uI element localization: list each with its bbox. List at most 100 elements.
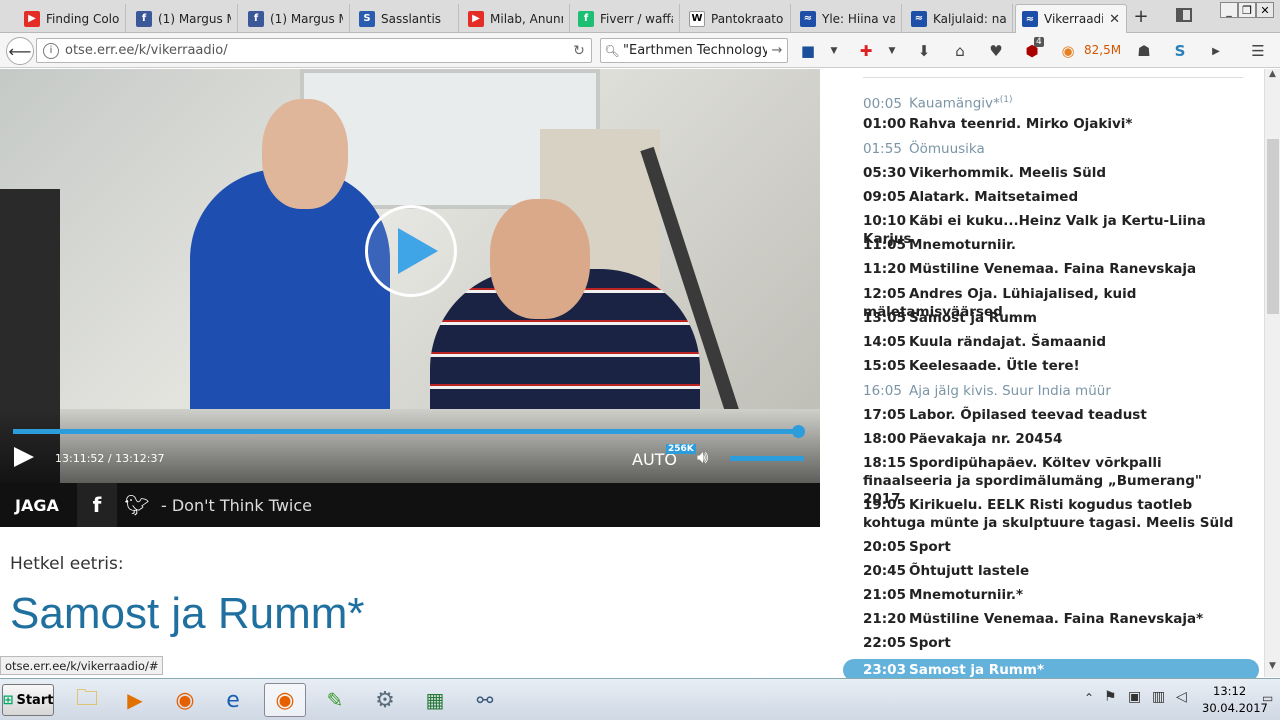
- tab-10[interactable]: ≈ Vikerraadio ✕: [1015, 4, 1127, 33]
- memory-icon[interactable]: ◉: [1058, 41, 1078, 61]
- dropdown-icon[interactable]: ▼: [824, 41, 844, 61]
- back-button[interactable]: ⟵: [6, 37, 34, 65]
- schedule-item[interactable]: 18:00 Päevakaja nr. 20454: [863, 430, 1243, 448]
- search-go-icon[interactable]: →: [767, 43, 787, 58]
- facebook-share-button[interactable]: f: [77, 483, 117, 527]
- schedule-item[interactable]: 09:05 Alatark. Maitsetaimed: [863, 188, 1243, 206]
- scroll-thumb[interactable]: [1267, 139, 1279, 314]
- tab-4[interactable]: S Sasslantis: [353, 4, 459, 33]
- notepad-icon[interactable]: ✎: [314, 683, 356, 717]
- skype-icon[interactable]: S: [1170, 41, 1190, 61]
- url-text[interactable]: otse.err.ee/k/vikerraadio/: [65, 43, 567, 58]
- vertical-scrollbar[interactable]: ▲ ▼: [1264, 69, 1280, 677]
- firefox-active-icon[interactable]: ◉: [264, 683, 306, 717]
- ie-icon[interactable]: e: [212, 683, 254, 717]
- schedule-title: Kuula rändajat. Šamaanid: [909, 334, 1107, 350]
- schedule-item[interactable]: 11:20 Müstiline Venemaa. Faina Ranevskaja: [863, 260, 1243, 278]
- file-explorer-icon[interactable]: 🗀: [66, 683, 108, 717]
- minimize-button[interactable]: _: [1220, 2, 1238, 18]
- pocket-icon[interactable]: ♥: [986, 41, 1006, 61]
- new-tab-button[interactable]: +: [1130, 6, 1152, 28]
- reload-icon[interactable]: ↻: [567, 43, 591, 59]
- settings-icon[interactable]: ⚙: [364, 683, 406, 717]
- search-query[interactable]: "Earthmen Technology": [623, 43, 767, 58]
- scroll-up-arrow[interactable]: ▲: [1265, 69, 1280, 85]
- maximize-button[interactable]: ❐: [1238, 2, 1256, 18]
- schedule-item[interactable]: 20:45 Õhtujutt lastele: [863, 562, 1243, 580]
- tab-7[interactable]: W Pantokraator: [683, 4, 791, 33]
- now-playing-title: Samost ja Rumm*: [10, 589, 365, 638]
- scroll-down-arrow[interactable]: ▼: [1265, 661, 1280, 677]
- home-icon[interactable]: ⌂: [950, 41, 970, 61]
- schedule-item[interactable]: 19:05 Kirikuelu. EELK Risti kogudus taotl…: [863, 496, 1243, 532]
- tab-3[interactable]: f (1) Margus M: [242, 4, 350, 33]
- schedule-item[interactable]: 00:05 Kauamängiv*(1): [863, 91, 1243, 113]
- clock-date[interactable]: 30.04.2017: [1202, 701, 1268, 715]
- schedule-time: 13:05: [863, 310, 906, 326]
- dropdown-icon-2[interactable]: ▼: [882, 41, 902, 61]
- tab-8[interactable]: ≈ Yle: Hiina val: [794, 4, 902, 33]
- schedule-item[interactable]: 14:05 Kuula rändajat. Šamaanid: [863, 333, 1243, 351]
- sidebar-toggle-icon[interactable]: [1176, 8, 1192, 22]
- schedule-item[interactable]: 17:05 Labor. Õpilased teevad teadust: [863, 406, 1243, 424]
- schedule-item[interactable]: 20:05 Sport: [863, 538, 1243, 556]
- play-button[interactable]: [14, 447, 34, 467]
- volume-icon[interactable]: 🔊︎: [697, 447, 723, 469]
- network-icon[interactable]: ▥: [1152, 689, 1165, 705]
- schedule-item[interactable]: 01:55 Öömuusika: [863, 140, 1243, 158]
- url-bar[interactable]: i otse.err.ee/k/vikerraadio/ ↻: [36, 38, 592, 63]
- tab-title: Finding Colo: [46, 11, 119, 26]
- network-manager-icon[interactable]: ▦: [414, 683, 456, 717]
- schedule-item[interactable]: 22:05 Sport: [863, 634, 1243, 652]
- tab-bar: ▶ Finding Colo f (1) Margus M f (1) Margus M S…: [0, 0, 1280, 33]
- schedule-time: 10:10: [863, 213, 906, 229]
- youtube-icon[interactable]: ▶: [1206, 41, 1226, 61]
- flag-icon[interactable]: ⚑: [1104, 689, 1117, 705]
- firefox-icon[interactable]: ◉: [164, 683, 206, 717]
- tab-5[interactable]: ▶ Milab, Anunn: [462, 4, 570, 33]
- schedule-item[interactable]: 21:20 Müstiline Venemaa. Faina Ranevskaja…: [863, 610, 1243, 628]
- schedule-item[interactable]: 21:05 Mnemoturniir.*: [863, 586, 1243, 604]
- twitter-share-button[interactable]: 🐦︎: [117, 483, 157, 527]
- schedule-item[interactable]: 15:05 Keelesaade. Ütle tere!: [863, 357, 1243, 375]
- addon-cross-icon[interactable]: ✚: [856, 41, 876, 61]
- info-icon[interactable]: i: [43, 42, 59, 59]
- schedule-item[interactable]: 23:03 Samost ja Rumm*: [843, 659, 1259, 678]
- download-icon[interactable]: ⬇: [914, 41, 934, 61]
- schedule-item[interactable]: 01:00 Rahva teenrid. Mirko Ojakivi*: [863, 115, 1243, 133]
- menu-icon[interactable]: ☰: [1248, 41, 1268, 61]
- status-link: otse.err.ee/k/vikerraadio/#: [0, 656, 164, 675]
- tab-9[interactable]: ≈ Kaljulaid: nai: [905, 4, 1013, 33]
- schedule-item[interactable]: 05:30 Vikerhommik. Meelis Süld: [863, 164, 1243, 182]
- windows-logo-icon: ⊞: [2, 692, 14, 708]
- progress-track[interactable]: [13, 429, 799, 434]
- speaker-icon[interactable]: ◁: [1176, 689, 1187, 705]
- volume-slider[interactable]: [730, 456, 804, 461]
- schedule-item[interactable]: 13:05 Samost ja Rumm: [863, 309, 1243, 327]
- schedule-time: 01:55: [863, 141, 902, 157]
- tab-favicon-icon: W: [689, 10, 705, 27]
- search-bar[interactable]: 🔍︎ "Earthmen Technology" →: [600, 38, 788, 63]
- schedule-item[interactable]: 16:05 Aja jälg kivis. Suur India müür: [863, 382, 1243, 400]
- media-player-icon[interactable]: ▶: [114, 683, 156, 717]
- video-player[interactable]: 13:11:52 / 13:12:37 AUTO 256K 🔊︎ JAGA f …: [0, 69, 820, 527]
- tray-expand-icon[interactable]: ⌃: [1084, 691, 1094, 705]
- schedule-item[interactable]: 11:05 Mnemoturniir.: [863, 236, 1243, 254]
- close-window-button[interactable]: ✕: [1256, 2, 1274, 18]
- big-play-button[interactable]: [365, 205, 457, 297]
- save-page-icon[interactable]: ■: [798, 41, 818, 61]
- tab-6[interactable]: f Fiverr / waffa: [572, 4, 680, 33]
- schedule-title: Müstiline Venemaa. Faina Ranevskaja: [909, 261, 1197, 277]
- tab-1[interactable]: ▶ Finding Colo: [18, 4, 126, 33]
- connection-icon[interactable]: ⚯: [464, 683, 506, 717]
- start-button[interactable]: ⊞ Start: [2, 684, 54, 716]
- hat-icon[interactable]: ☗: [1134, 41, 1154, 61]
- show-desktop-button[interactable]: ▭: [1262, 691, 1273, 705]
- now-playing-label: Hetkel eetris:: [10, 554, 124, 574]
- close-tab-icon[interactable]: ✕: [1109, 12, 1120, 27]
- volume-fill: [730, 456, 804, 461]
- tab-2[interactable]: f (1) Margus M: [130, 4, 238, 33]
- clock-time[interactable]: 13:12: [1213, 684, 1246, 698]
- device-icon[interactable]: ▣: [1128, 689, 1141, 705]
- schedule-title: Öömuusika: [909, 141, 985, 157]
